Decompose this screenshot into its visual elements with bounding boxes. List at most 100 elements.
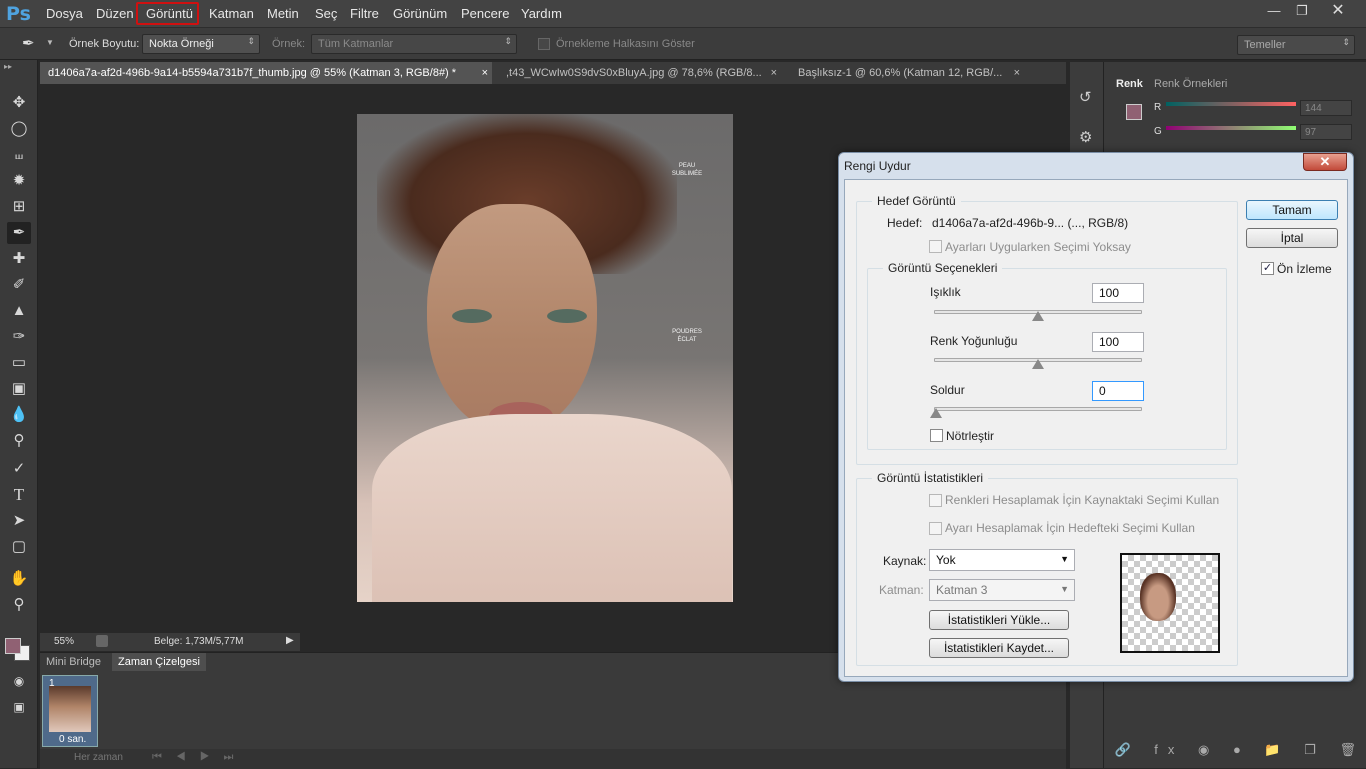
- menu-dosya[interactable]: Dosya: [46, 6, 83, 21]
- layers-footer-icons[interactable]: 🔗 fx ◉ ● 📁 ❐ 🗑: [1110, 742, 1366, 768]
- luminance-thumb[interactable]: [1032, 311, 1044, 321]
- status-arrow-icon[interactable]: ▶: [286, 635, 294, 646]
- dodge-tool-icon[interactable]: ⚲: [7, 430, 31, 452]
- foreground-color-swatch[interactable]: [5, 638, 21, 654]
- r-slider[interactable]: [1166, 102, 1296, 106]
- gradient-tool-icon[interactable]: ▣: [7, 378, 31, 400]
- close-tab-icon[interactable]: ×: [482, 62, 488, 84]
- menu-yardim[interactable]: Yardım: [521, 6, 562, 21]
- zoom-tool-icon[interactable]: ⚲: [7, 594, 31, 616]
- sample-value: Tüm Katmanlar: [318, 38, 394, 50]
- fade-input[interactable]: 0: [1092, 381, 1144, 401]
- tab-color[interactable]: Renk: [1116, 78, 1143, 90]
- source-select[interactable]: Yok ▼: [929, 549, 1075, 571]
- stamp-tool-icon[interactable]: ▲: [7, 300, 31, 322]
- ignore-selection-checkbox[interactable]: [929, 240, 942, 253]
- ok-button[interactable]: Tamam: [1246, 200, 1338, 220]
- tab-mini-bridge[interactable]: Mini Bridge: [40, 653, 107, 671]
- intensity-label: Renk Yoğunluğu: [930, 334, 1018, 348]
- restore-icon[interactable]: ❐: [1290, 2, 1314, 20]
- collapse-icon[interactable]: ▸▸: [4, 62, 12, 71]
- match-color-dialog: Rengi Uydur ✕ Hedef Görüntü Hedef: d1406…: [838, 152, 1354, 682]
- menu-sec[interactable]: Seç: [315, 6, 337, 21]
- intensity-thumb[interactable]: [1032, 359, 1044, 369]
- intensity-input[interactable]: 100: [1092, 332, 1144, 352]
- crop-tool-icon[interactable]: ⊞: [7, 196, 31, 218]
- screen-mode-icon[interactable]: ▣: [7, 696, 31, 718]
- image-stats-group: Görüntü İstatistikleri Renkleri Hesaplam…: [856, 471, 1238, 666]
- menu-duzen[interactable]: Düzen: [96, 6, 134, 21]
- g-value[interactable]: 97: [1300, 124, 1352, 140]
- close-icon[interactable]: ✕: [1326, 2, 1350, 20]
- history-icon[interactable]: ↺: [1079, 88, 1092, 106]
- g-slider[interactable]: [1166, 126, 1296, 130]
- close-tab-icon[interactable]: ×: [771, 62, 777, 84]
- blur-tool-icon[interactable]: 💧: [7, 404, 31, 426]
- use-source-selection-checkbox[interactable]: [929, 494, 942, 507]
- menu-filtre[interactable]: Filtre: [350, 6, 379, 21]
- show-ring-checkbox[interactable]: [538, 38, 550, 50]
- brush-tool-icon[interactable]: ✐: [7, 274, 31, 296]
- source-value: Yok: [936, 553, 956, 567]
- lasso-tool-icon[interactable]: ⧢: [7, 144, 31, 166]
- tab-document-1[interactable]: d1406a7a-af2d-496b-9a14-b5594a731b7f_thu…: [40, 62, 492, 84]
- actions-icon[interactable]: ⚙: [1079, 128, 1092, 146]
- menu-katman[interactable]: Katman: [209, 6, 254, 21]
- timeline-frame[interactable]: 1 0 san.: [42, 675, 98, 747]
- frame-time[interactable]: 0 san.: [59, 734, 86, 745]
- preview-checkbox[interactable]: ✓: [1261, 262, 1274, 275]
- marquee-tool-icon[interactable]: ◯: [7, 118, 31, 140]
- document-image[interactable]: PEAU SUBLIMÉE POUDRES ÉCLAT: [357, 114, 733, 602]
- fade-slider[interactable]: [934, 407, 1142, 411]
- eyedropper-tool-icon[interactable]: ✒: [7, 222, 31, 244]
- magic-wand-tool-icon[interactable]: ✹: [7, 170, 31, 192]
- shape-tool-icon[interactable]: ▢: [7, 536, 31, 558]
- dialog-close-icon[interactable]: ✕: [1303, 153, 1347, 171]
- path-select-tool-icon[interactable]: ➤: [7, 510, 31, 532]
- menu-metin[interactable]: Metin: [267, 6, 299, 21]
- left-eye: [452, 309, 492, 323]
- tab-timeline[interactable]: Zaman Çizelgesi: [112, 653, 206, 671]
- magazine-text: PEAU SUBLIMÉE POUDRES ÉCLAT: [657, 162, 717, 344]
- save-stats-button[interactable]: İstatistikleri Kaydet...: [929, 638, 1069, 658]
- minimize-icon[interactable]: —: [1262, 2, 1286, 20]
- magazine-heading: ÉCLAT: [677, 337, 697, 343]
- menu-gorunum[interactable]: Görünüm: [393, 6, 447, 21]
- tab-document-3[interactable]: Başlıksız-1 @ 60,6% (Katman 12, RGB/... ×: [790, 62, 1026, 84]
- use-target-selection-checkbox[interactable]: [929, 522, 942, 535]
- color-fg-swatch[interactable]: [1126, 104, 1142, 120]
- cancel-button[interactable]: İptal: [1246, 228, 1338, 248]
- tab-document-2[interactable]: ,t43_WCwIw0S9dvS0xBluyA.jpg @ 78,6% (RGB…: [498, 62, 783, 84]
- tool-preset-arrow-icon[interactable]: ▼: [46, 38, 54, 47]
- menu-highlight-box: [136, 2, 199, 25]
- menu-pencere[interactable]: Pencere: [461, 6, 509, 21]
- layer-select[interactable]: Katman 3 ▼: [929, 579, 1075, 601]
- tab-swatches[interactable]: Renk Örnekleri: [1154, 78, 1227, 90]
- close-tab-icon[interactable]: ×: [1014, 62, 1020, 84]
- color-panel-tabs: Renk Renk Örnekleri: [1108, 74, 1366, 96]
- type-tool-icon[interactable]: T: [7, 484, 31, 506]
- loop-select[interactable]: Her zaman: [74, 752, 123, 763]
- sample-size-select[interactable]: Nokta Örneği ⇕: [142, 34, 260, 54]
- fade-thumb[interactable]: [930, 408, 942, 418]
- use-target-selection-label: Ayarı Hesaplamak İçin Hedefteki Seçimi K…: [945, 521, 1195, 535]
- healing-tool-icon[interactable]: ✚: [7, 248, 31, 270]
- sample-label: Örnek:: [272, 38, 306, 50]
- history-brush-tool-icon[interactable]: ✑: [7, 326, 31, 348]
- load-stats-button[interactable]: İstatistikleri Yükle...: [929, 610, 1069, 630]
- eyedropper-tool-icon[interactable]: ✒: [22, 34, 35, 52]
- playback-icons[interactable]: ⏮◀▶⏭: [152, 751, 247, 764]
- tab-title: Başlıksız-1 @ 60,6% (Katman 12, RGB/...: [798, 67, 1003, 79]
- pen-tool-icon[interactable]: ✓: [7, 458, 31, 480]
- hand-tool-icon[interactable]: ✋: [7, 568, 31, 590]
- luminance-input[interactable]: 100: [1092, 283, 1144, 303]
- zoom-level[interactable]: 55%: [54, 636, 74, 647]
- workspace-select[interactable]: Temeller ⇕: [1237, 35, 1355, 55]
- eraser-tool-icon[interactable]: ▭: [7, 352, 31, 374]
- r-value[interactable]: 144: [1300, 100, 1352, 116]
- quick-mask-icon[interactable]: ◉: [7, 670, 31, 692]
- move-tool-icon[interactable]: ✥: [7, 92, 31, 114]
- export-icon[interactable]: [96, 635, 108, 647]
- sample-select[interactable]: Tüm Katmanlar ⇕: [311, 34, 517, 54]
- neutralize-checkbox[interactable]: [930, 429, 943, 442]
